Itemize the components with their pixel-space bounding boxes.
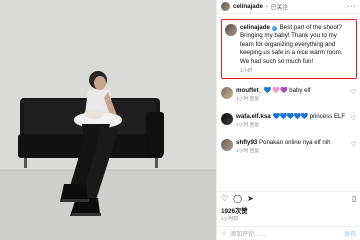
comment-input[interactable]: 添加评论…… (230, 229, 266, 238)
caption-username[interactable]: celinajade (240, 24, 270, 31)
verified-icon: ✓ (271, 25, 277, 31)
bookmark-icon[interactable]: ▯ (352, 195, 356, 203)
comment-item: mouffet_ 💙 🩷 💜 baby elf 1小时 回复 ♡ (217, 87, 360, 104)
more-options-icon[interactable]: ··· (348, 3, 357, 10)
caption-avatar[interactable] (225, 24, 237, 36)
comment-meta[interactable]: 1小时 回复 (236, 96, 348, 104)
author-username[interactable]: celinajade (233, 3, 263, 10)
commenter-avatar[interactable] (221, 87, 233, 100)
share-icon[interactable]: ➤ (247, 194, 254, 203)
caption-highlight: celinajade ✓ Best part of the shoot? Brin… (221, 19, 357, 80)
comment-emoji: 💙💙💙💙💙 (272, 113, 308, 121)
comment-item: wafa.elf.ksa 💙💙💙💙💙 princess ELF 1小时 回复 ♡ (217, 113, 360, 130)
comment-text: Ponakan online nya elf nih (259, 139, 331, 147)
post-timestamp: 1小时前 (221, 217, 239, 222)
comment-list: mouffet_ 💙 🩷 💜 baby elf 1小时 回复 ♡ wafa.el… (217, 87, 360, 156)
post-header: celinajade • 已关注 ··· (217, 0, 360, 14)
comment-text: baby elf (289, 87, 311, 95)
post-details-panel: celinajade • 已关注 ··· celinajade ✓ Best pa… (216, 0, 360, 240)
comment-text: princess ELF (309, 113, 346, 121)
commenter-username[interactable]: wafa.elf.ksa (236, 113, 271, 120)
like-count[interactable]: 1926次赞 (221, 206, 248, 215)
commenter-avatar[interactable] (221, 113, 233, 126)
commenter-username[interactable]: mouffet_ (236, 87, 262, 94)
author-avatar[interactable] (221, 2, 230, 11)
comment-meta[interactable]: 1小时 回复 (236, 148, 348, 156)
emoji-icon[interactable]: ☺ (221, 231, 227, 237)
post-actions: ♡ ◯ ➤ ▯ (217, 191, 360, 205)
comment-icon[interactable]: ◯ (233, 194, 242, 203)
comment-meta[interactable]: 1小时 回复 (236, 122, 348, 130)
commenter-avatar[interactable] (221, 139, 233, 152)
post-photo (0, 0, 216, 240)
post-comment-button[interactable]: 发布 (344, 229, 356, 238)
follow-status[interactable]: 已关注 (271, 2, 288, 11)
caption-timestamp: 1小时 (240, 68, 253, 75)
like-comment-icon[interactable]: ♡ (351, 89, 356, 104)
caption: celinajade ✓ Best part of the shoot? Brin… (240, 24, 352, 66)
like-icon[interactable]: ♡ (221, 194, 228, 203)
separator-dot: • (265, 3, 268, 10)
commenter-username[interactable]: shfly93 (236, 139, 257, 146)
comment-input-bar: ☺ 添加评论…… 发布 (217, 226, 360, 240)
like-comment-icon[interactable]: ♡ (351, 141, 356, 156)
photo-illustration (0, 0, 216, 240)
comment-emoji: 💙 🩷 💜 (263, 87, 288, 95)
comment-item: shfly93 Ponakan online nya elf nih 1小时 回… (217, 139, 360, 156)
like-comment-icon[interactable]: ♡ (351, 115, 356, 130)
